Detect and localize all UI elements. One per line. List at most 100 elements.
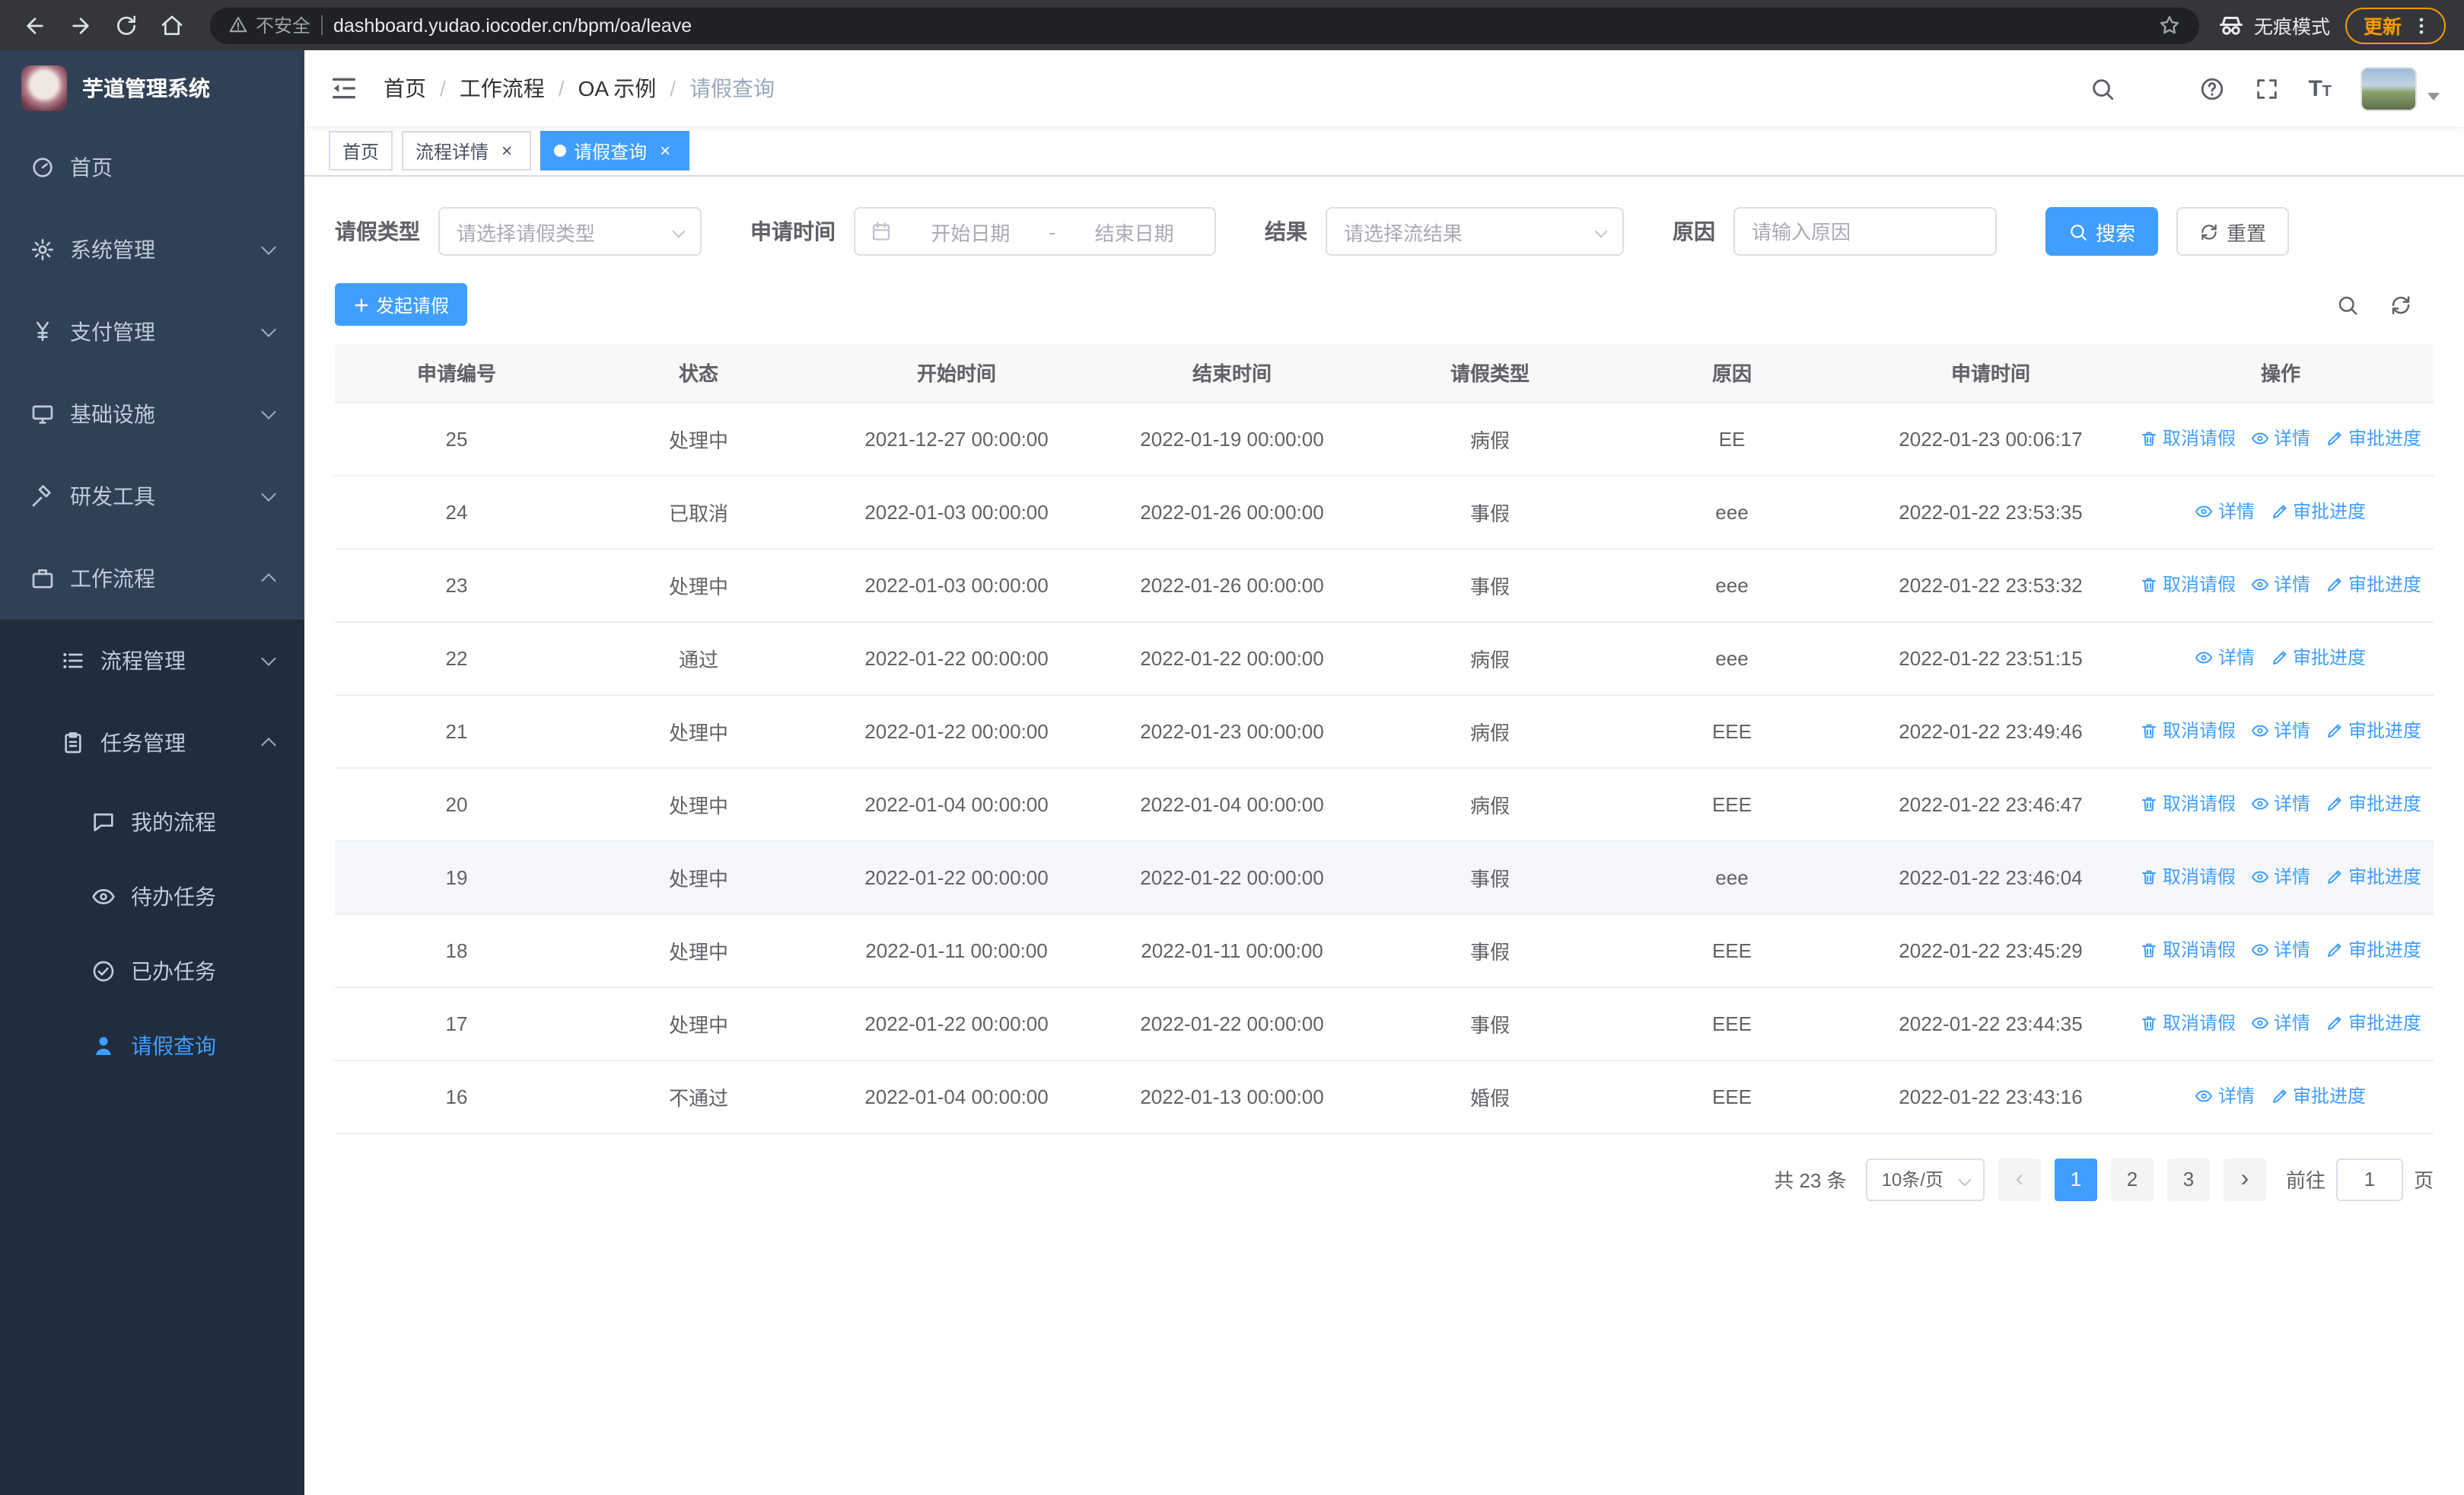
tab-首页[interactable]: 首页 bbox=[329, 131, 393, 171]
app-logo[interactable]: 芋道管理系统 bbox=[0, 50, 304, 126]
browser-forward-button[interactable] bbox=[61, 5, 100, 45]
leave-type-select[interactable]: 请选择请假类型 bbox=[438, 207, 702, 256]
progress-action-link[interactable]: 审批进度 bbox=[2326, 426, 2421, 451]
help-icon[interactable] bbox=[2198, 75, 2224, 101]
sidebar-item-payment[interactable]: 支付管理 bbox=[0, 291, 304, 373]
table-row[interactable]: 24 已取消 2022-01-03 00:00:00 2022-01-26 00… bbox=[335, 475, 2434, 549]
cell-type: 事假 bbox=[1370, 475, 1610, 549]
cell-end: 2022-01-23 00:00:00 bbox=[1094, 694, 1370, 768]
browser-reload-button[interactable] bbox=[107, 5, 146, 45]
cancel-action-link[interactable]: 取消请假 bbox=[2140, 718, 2236, 744]
tab-流程详情[interactable]: 流程详情 × bbox=[402, 131, 532, 171]
progress-action-link[interactable]: 审批进度 bbox=[2326, 718, 2421, 744]
sidebar-item-done-task[interactable]: 已办任务 bbox=[0, 933, 304, 1008]
result-select[interactable]: 请选择流结果 bbox=[1326, 207, 1624, 256]
close-icon[interactable]: × bbox=[496, 140, 517, 161]
sidebar-item-todo-task[interactable]: 待办任务 bbox=[0, 859, 304, 933]
cancel-action-link[interactable]: 取消请假 bbox=[2140, 937, 2236, 963]
page-button-2[interactable]: 2 bbox=[2110, 1158, 2154, 1200]
trash-icon bbox=[2140, 868, 2158, 886]
progress-action-link[interactable]: 审批进度 bbox=[2326, 791, 2421, 817]
search-button[interactable]: 搜索 bbox=[2045, 207, 2159, 256]
sidebar-item-process-mgmt[interactable]: 流程管理 bbox=[0, 620, 304, 702]
table-row[interactable]: 17 处理中 2022-01-22 00:00:00 2022-01-22 00… bbox=[335, 987, 2434, 1060]
cancel-action-link[interactable]: 取消请假 bbox=[2140, 791, 2236, 817]
cancel-action-link[interactable]: 取消请假 bbox=[2140, 864, 2236, 890]
page-button-3[interactable]: 3 bbox=[2166, 1158, 2210, 1200]
close-icon[interactable]: × bbox=[654, 140, 676, 161]
cell-applied: 2022-01-22 23:53:35 bbox=[1854, 475, 2128, 549]
breadcrumb-item[interactable]: 首页 bbox=[384, 73, 426, 104]
reason-input[interactable] bbox=[1733, 207, 1997, 256]
browser-home-button[interactable] bbox=[152, 5, 192, 45]
detail-action-link[interactable]: 详情 bbox=[2251, 1010, 2310, 1036]
chevron-down-icon bbox=[261, 322, 276, 337]
page-size-select[interactable]: 10条/页 bbox=[1866, 1158, 1985, 1200]
browser-back-button[interactable] bbox=[15, 5, 55, 45]
table-row[interactable]: 25 处理中 2021-12-27 00:00:00 2022-01-19 00… bbox=[335, 402, 2434, 476]
cell-actions: 详情 审批进度 bbox=[2128, 621, 2434, 695]
table-row[interactable]: 21 处理中 2022-01-22 00:00:00 2022-01-23 00… bbox=[335, 694, 2434, 768]
table-row[interactable]: 20 处理中 2022-01-04 00:00:00 2022-01-04 00… bbox=[335, 767, 2434, 841]
fullscreen-icon[interactable] bbox=[2253, 75, 2279, 101]
detail-action-link[interactable]: 详情 bbox=[2195, 499, 2255, 524]
progress-action-link[interactable]: 审批进度 bbox=[2326, 572, 2421, 598]
reset-button[interactable]: 重置 bbox=[2176, 207, 2290, 256]
cancel-action-link[interactable]: 取消请假 bbox=[2140, 1010, 2236, 1036]
user-avatar-menu[interactable] bbox=[2361, 66, 2440, 110]
sidebar-item-system[interactable]: 系统管理 bbox=[0, 209, 304, 291]
detail-action-link[interactable]: 详情 bbox=[2195, 1083, 2255, 1109]
table-row[interactable]: 23 处理中 2022-01-03 00:00:00 2022-01-26 00… bbox=[335, 548, 2434, 622]
sidebar-item-task-mgmt[interactable]: 任务管理 bbox=[0, 702, 304, 784]
bookmark-star-icon[interactable] bbox=[2158, 14, 2181, 37]
sidebar-item-infra[interactable]: 基础设施 bbox=[0, 373, 304, 455]
table-row[interactable]: 16 不通过 2022-01-04 00:00:00 2022-01-13 00… bbox=[335, 1060, 2434, 1133]
sidebar-item-devtools[interactable]: 研发工具 bbox=[0, 455, 304, 537]
table-row[interactable]: 18 处理中 2022-01-11 00:00:00 2022-01-11 00… bbox=[335, 913, 2434, 987]
toggle-search-icon[interactable] bbox=[2336, 293, 2359, 316]
detail-action-link[interactable]: 详情 bbox=[2251, 426, 2310, 451]
sidebar-item-home[interactable]: 首页 bbox=[0, 126, 304, 209]
progress-action-link[interactable]: 审批进度 bbox=[2326, 864, 2421, 890]
table-row[interactable]: 22 通过 2022-01-22 00:00:00 2022-01-22 00:… bbox=[335, 621, 2434, 695]
goto-page-input[interactable] bbox=[2335, 1158, 2403, 1200]
trash-icon bbox=[2140, 1014, 2158, 1032]
progress-action-link[interactable]: 审批进度 bbox=[2326, 937, 2421, 963]
progress-action-link[interactable]: 审批进度 bbox=[2270, 499, 2366, 524]
breadcrumb-item[interactable]: OA 示例 bbox=[578, 73, 657, 104]
detail-action-link[interactable]: 详情 bbox=[2251, 864, 2310, 890]
progress-action-link[interactable]: 审批进度 bbox=[2270, 645, 2366, 671]
detail-action-link[interactable]: 详情 bbox=[2251, 791, 2310, 817]
cancel-action-link[interactable]: 取消请假 bbox=[2140, 572, 2236, 598]
sidebar-item-leave-query[interactable]: 请假查询 bbox=[0, 1008, 304, 1082]
detail-action-link[interactable]: 详情 bbox=[2251, 718, 2310, 744]
menu-dots-icon[interactable] bbox=[2411, 14, 2432, 36]
page-button-1[interactable]: 1 bbox=[2054, 1158, 2097, 1200]
progress-action-link[interactable]: 审批进度 bbox=[2326, 1010, 2421, 1036]
url-bar[interactable]: 不安全 dashboard.yudao.iocoder.cn/bpm/oa/le… bbox=[210, 7, 2199, 43]
security-indicator[interactable]: 不安全 bbox=[228, 12, 310, 38]
table-row[interactable]: 19 处理中 2022-01-22 00:00:00 2022-01-22 00… bbox=[335, 840, 2434, 914]
detail-action-link[interactable]: 详情 bbox=[2251, 937, 2310, 963]
breadcrumb-item[interactable]: 工作流程 bbox=[460, 73, 545, 104]
cancel-action-link[interactable]: 取消请假 bbox=[2140, 426, 2236, 451]
prev-page-button[interactable]: ‹ bbox=[1998, 1158, 2041, 1200]
detail-action-link[interactable]: 详情 bbox=[2251, 572, 2310, 598]
next-page-button[interactable]: › bbox=[2223, 1158, 2266, 1200]
browser-update-button[interactable]: 更新 bbox=[2345, 7, 2446, 43]
create-leave-button[interactable]: 发起请假 bbox=[335, 283, 468, 326]
progress-action-link[interactable]: 审批进度 bbox=[2270, 1083, 2366, 1109]
header-search-icon[interactable] bbox=[2089, 75, 2115, 101]
github-icon[interactable] bbox=[2144, 75, 2170, 101]
apply-time-range-picker[interactable]: 开始日期 - 结束日期 bbox=[854, 207, 1216, 256]
sidebar-item-workflow[interactable]: 工作流程 bbox=[0, 537, 304, 620]
refresh-table-icon[interactable] bbox=[2389, 293, 2412, 316]
tab-请假查询[interactable]: 请假查询 × bbox=[540, 131, 690, 171]
detail-action-link[interactable]: 详情 bbox=[2195, 645, 2255, 671]
url-separator bbox=[321, 15, 323, 35]
pagination: 共 23 条 10条/页 ‹ 123 › 前往 页 bbox=[335, 1158, 2434, 1200]
sidebar-fold-icon[interactable] bbox=[329, 73, 359, 104]
font-size-icon[interactable]: TT bbox=[2308, 77, 2332, 100]
sidebar-item-my-process[interactable]: 我的流程 bbox=[0, 784, 304, 859]
cell-reason: EEE bbox=[1610, 694, 1854, 768]
